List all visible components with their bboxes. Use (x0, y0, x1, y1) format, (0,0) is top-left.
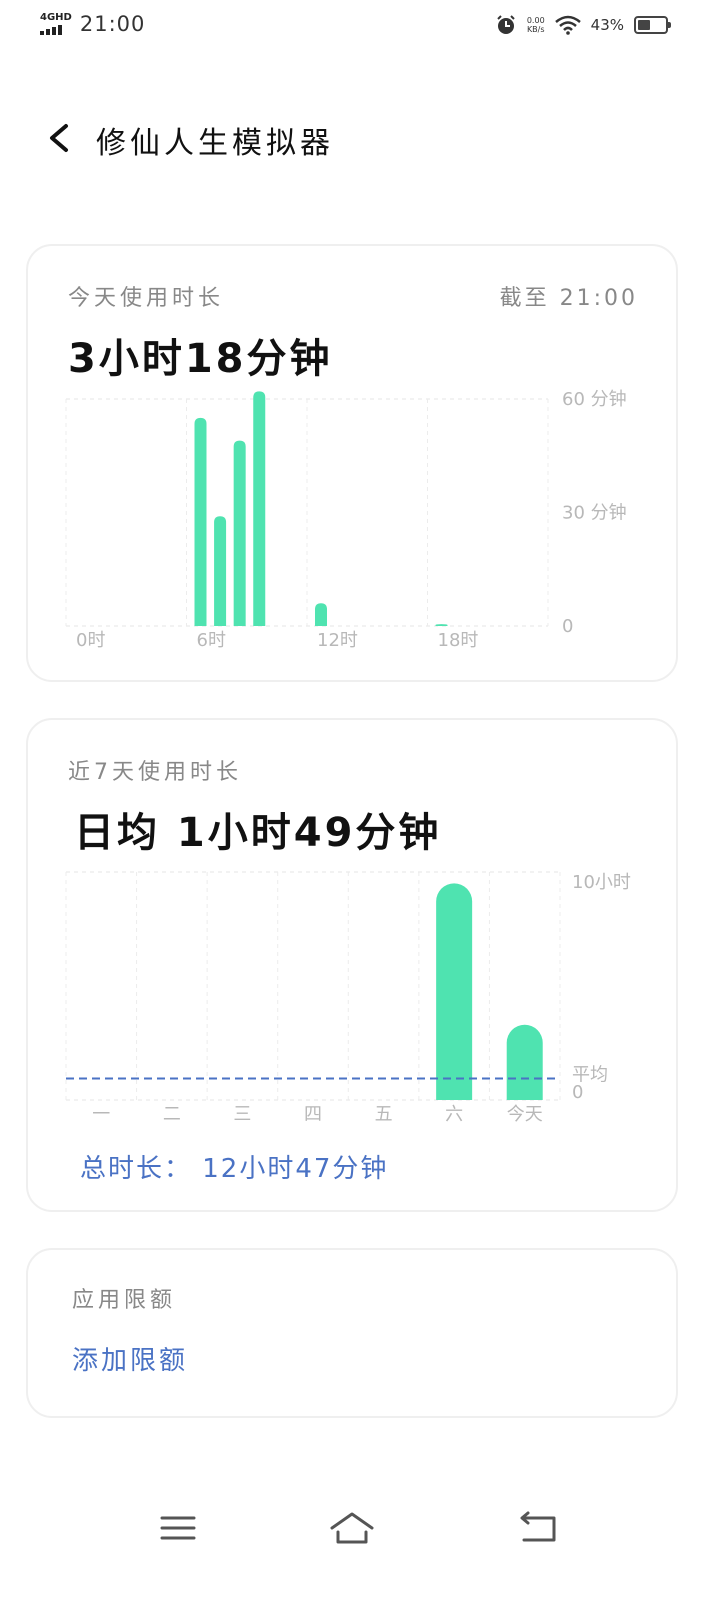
battery-percent: 43% (590, 16, 624, 34)
network-speed: 0.00 KB/s (527, 16, 545, 34)
x-tick-label: 一 (92, 1104, 110, 1125)
speed-value: 0.00 (526, 16, 545, 25)
week-usage-label: 近7天使用时长 (68, 760, 242, 785)
today-usage-label: 今天使用时长 (68, 286, 225, 311)
x-tick-label: 12时 (317, 630, 358, 651)
alarm-icon (497, 15, 515, 34)
x-tick-label: 二 (163, 1104, 181, 1125)
hour-bar (435, 624, 448, 626)
signal-indicator: 4GHD (40, 13, 72, 35)
app-limits-card: 应用限额 添加限额 (26, 1248, 678, 1418)
x-tick-label: 三 (233, 1104, 251, 1125)
status-right: 0.00 KB/s 43% (495, 14, 671, 36)
x-tick-label: 今天 (507, 1104, 543, 1125)
add-limit-link[interactable]: 添加限额 (72, 1340, 188, 1377)
back-icon[interactable] (514, 1508, 562, 1548)
status-left: 4GHD 21:00 (40, 12, 145, 36)
y-tick-label: 0 (562, 616, 573, 637)
week-average-duration: 日均 1小时49分钟 (74, 810, 442, 856)
network-type: 4GHD (40, 12, 72, 23)
x-tick-label: 0时 (76, 630, 105, 651)
hour-bar (253, 391, 266, 626)
signal-bars-icon (40, 25, 72, 35)
app-limits-label: 应用限额 (72, 1288, 177, 1313)
menu-icon[interactable] (154, 1508, 202, 1548)
today-total-duration: 3小时18分钟 (68, 336, 333, 382)
status-time: 21:00 (79, 12, 146, 36)
app-header: 修仙人生模拟器 (0, 100, 720, 176)
speed-unit: KB/s (526, 25, 545, 34)
today-usage-card: 今天使用时长 截至 21:00 3小时18分钟 0时 6时 12时 18时 60 分钟 3… (26, 244, 678, 682)
week-usage-card: 近7天使用时长 日均 1小时49分钟 一二三四五六今天 10小时 平均 0 总时长： … (26, 718, 678, 1212)
day-bar (506, 1024, 543, 1100)
hour-bar (315, 603, 327, 626)
y-tick-label: 10小时 (572, 872, 631, 893)
x-tick-label: 五 (375, 1104, 393, 1125)
today-hourly-chart: 0时 6时 12时 18时 60 分钟 30 分钟 0 (65, 389, 627, 651)
page-title: 修仙人生模拟器 (96, 126, 334, 161)
as-of-time: 截至 21:00 (499, 286, 638, 311)
hour-bar (233, 440, 246, 626)
system-nav-bar (0, 1490, 720, 1570)
y-tick-label: 60 分钟 (562, 389, 627, 410)
x-tick-label: 四 (304, 1104, 322, 1125)
hour-bar (194, 417, 207, 626)
status-bar: 4GHD 21:00 0.00 KB/s 43% (0, 0, 720, 52)
home-icon[interactable] (328, 1508, 376, 1548)
x-tick-label: 六 (445, 1104, 463, 1125)
wifi-icon (554, 15, 581, 35)
x-tick-label: 18时 (438, 630, 479, 651)
y-tick-label: 0 (572, 1082, 583, 1103)
x-tick-label: 6时 (197, 630, 226, 651)
battery-icon (634, 16, 671, 34)
y-tick-label: 30 分钟 (562, 503, 627, 524)
back-arrow-icon[interactable] (40, 118, 80, 158)
week-daily-chart: 一二三四五六今天10小时平均0 (65, 871, 631, 1125)
week-total-duration: 总时长： 12小时47分钟 (80, 1154, 389, 1184)
hour-bar (214, 516, 227, 626)
day-bar (436, 883, 473, 1100)
